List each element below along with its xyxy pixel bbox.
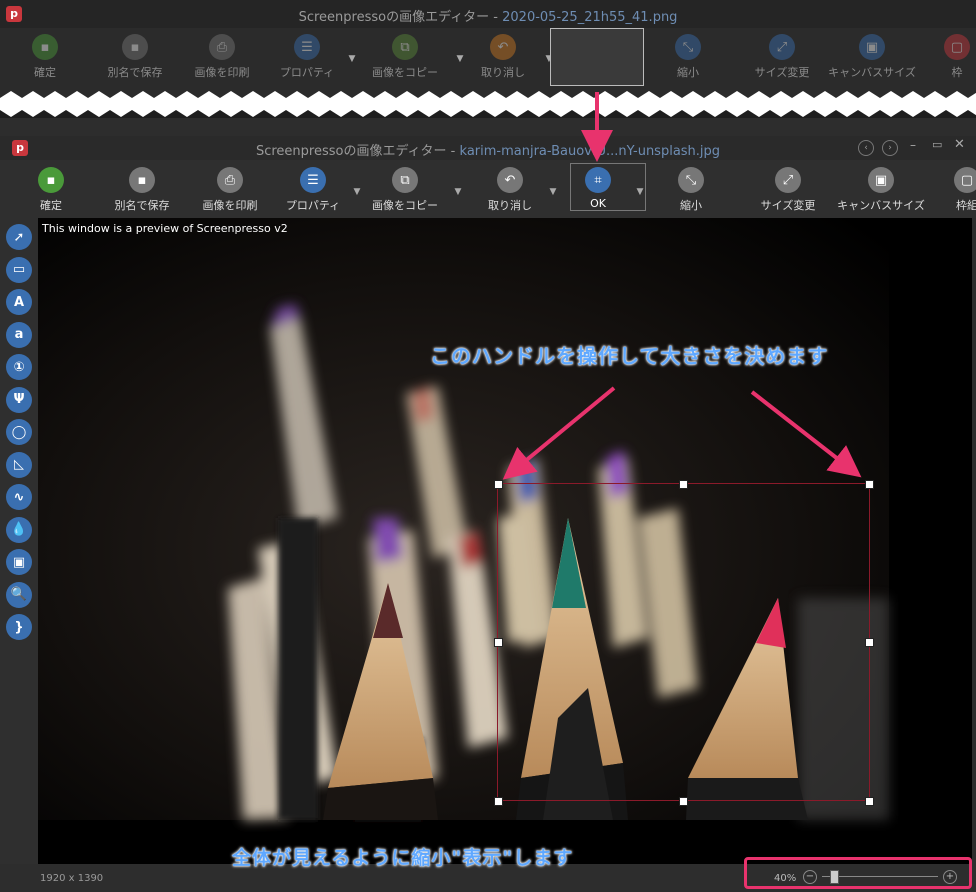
zoom-annotation: 全体が見えるように縮小"表示"します xyxy=(232,847,574,869)
arrow-to-left-handle xyxy=(502,386,616,480)
arrow-to-right-handle xyxy=(750,390,862,478)
handles-annotation: このハンドルを操作して大きさを決めます xyxy=(430,344,829,368)
annotation-arrows xyxy=(502,92,862,480)
